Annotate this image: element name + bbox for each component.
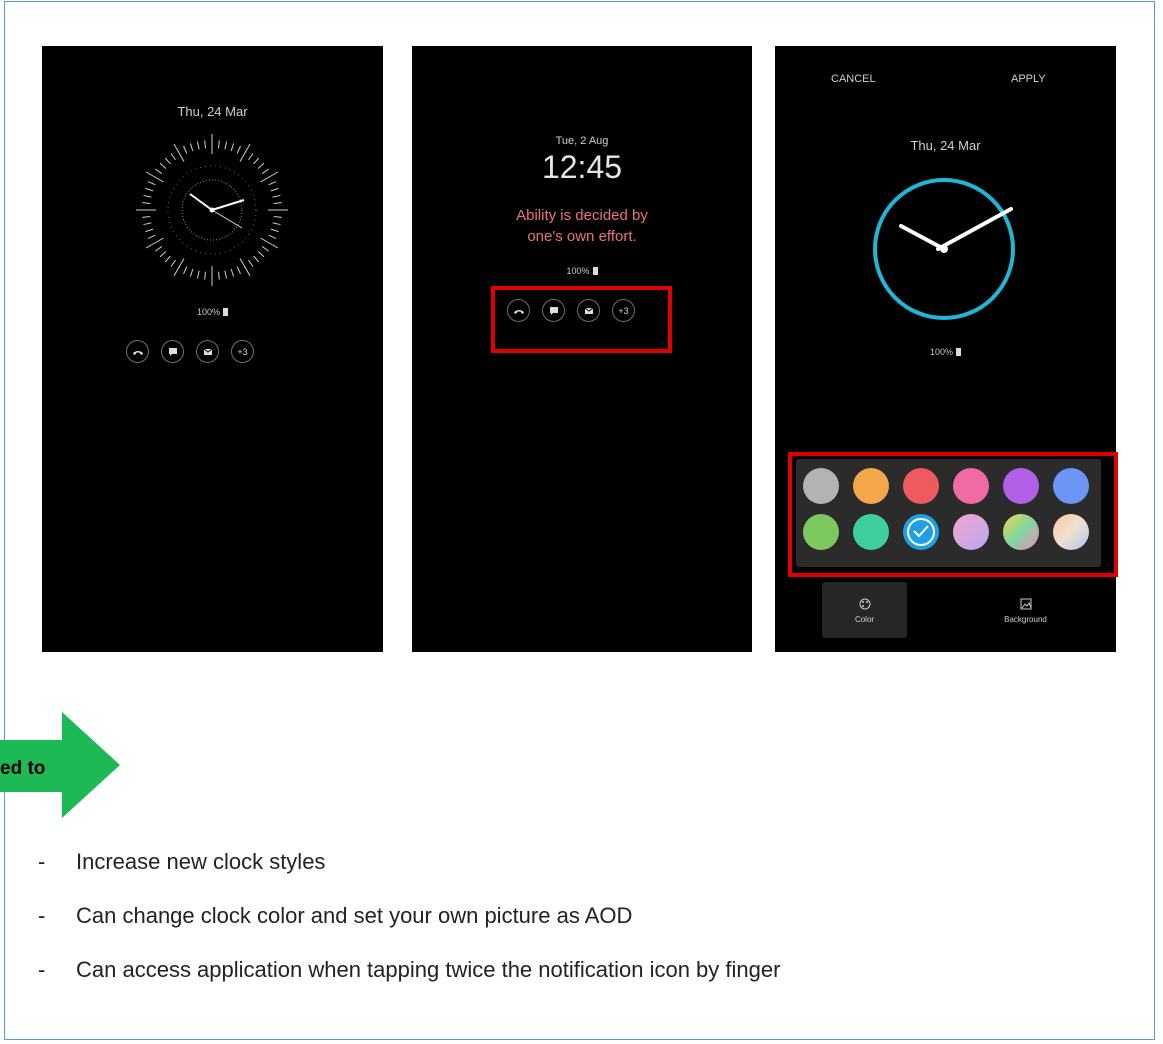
battery-indicator: 100% — [42, 307, 383, 317]
tab-background-label: Background — [1004, 614, 1047, 624]
cancel-button[interactable]: CANCEL — [831, 73, 876, 85]
tab-color[interactable]: Color — [822, 582, 907, 638]
quote-line-2: one's own effort. — [527, 228, 637, 245]
arrow-label: ed to — [0, 758, 46, 779]
image-icon — [1020, 598, 1031, 609]
date-label: Thu, 24 Mar — [177, 104, 248, 119]
notification-icons: +3 — [126, 340, 254, 363]
message-icon[interactable] — [161, 340, 184, 363]
more-notifications-badge[interactable]: +3 — [231, 340, 254, 363]
missed-call-icon[interactable] — [126, 340, 149, 363]
highlight-color-palette — [788, 452, 1118, 577]
colored-clock-face — [873, 178, 1015, 320]
tab-color-label: Color — [854, 614, 875, 624]
time-display: 12:45 — [541, 149, 623, 185]
date-label: Tue, 2 Aug — [555, 135, 609, 147]
highlight-notification-icons — [491, 286, 672, 353]
ornate-clock-face — [136, 134, 288, 286]
phone-screen-analog-clock: Thu, 24 Mar 100% +3 — [42, 46, 383, 652]
date-label: Thu, 24 Mar — [910, 138, 981, 153]
email-icon[interactable] — [196, 340, 219, 363]
battery-indicator: 100% — [775, 347, 1116, 357]
list-item: - Can access application when tapping twi… — [38, 957, 781, 982]
list-item: - Increase new clock styles — [38, 849, 326, 874]
quote-line-1: Ability is decided by — [516, 207, 648, 224]
list-item: - Can change clock color and set your own… — [38, 903, 633, 928]
palette-icon — [859, 598, 870, 609]
apply-button[interactable]: APPLY — [1011, 73, 1046, 85]
feature-list: - Increase new clock styles - Can change c… — [38, 846, 780, 1008]
tab-background[interactable]: Background — [983, 582, 1068, 638]
battery-indicator: 100% — [412, 266, 752, 276]
